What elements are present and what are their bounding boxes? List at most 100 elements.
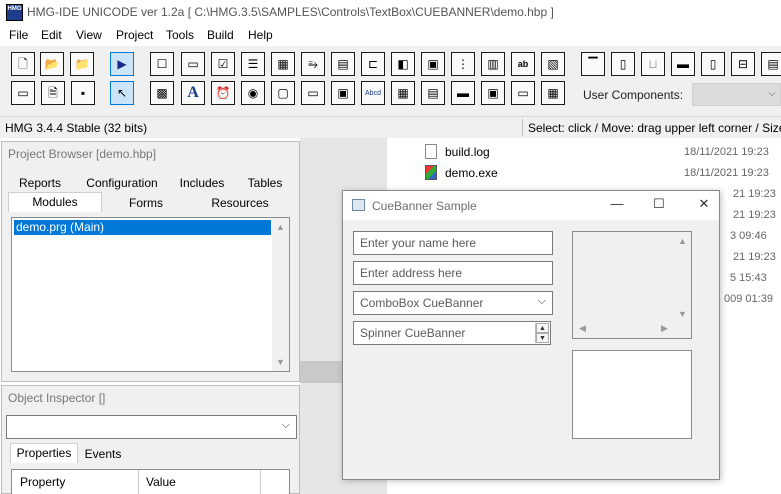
- menu-file[interactable]: File: [9, 28, 28, 42]
- grid-icon[interactable]: ▦: [271, 52, 295, 76]
- address-input[interactable]: Enter address here: [353, 261, 553, 285]
- spin-up-icon[interactable]: ▲: [536, 323, 549, 333]
- cuebanner-dialog: CueBanner Sample — ☐ ✕ Enter your name h…: [342, 190, 720, 480]
- ip-address-icon[interactable]: Abcd: [361, 81, 385, 105]
- scroll-up-icon[interactable]: ▲: [678, 236, 687, 246]
- exe-file-icon: [425, 165, 437, 180]
- player-icon[interactable]: ▣: [331, 81, 355, 105]
- pointer-icon[interactable]: ↖: [110, 81, 134, 105]
- multiple-icon[interactable]: ▩: [150, 81, 174, 105]
- scroll-up-icon[interactable]: ▲: [276, 222, 285, 232]
- status-hint: Select: click / Move: drag upper left co…: [528, 121, 781, 135]
- menu-edit[interactable]: Edit: [41, 28, 62, 42]
- toolbar-icon[interactable]: ▬: [671, 52, 695, 76]
- menu-icon[interactable]: ⊟: [731, 52, 755, 76]
- tab-configuration[interactable]: Configuration: [74, 174, 170, 194]
- file-date-partial: 21 19:23: [733, 188, 776, 200]
- properties-grid[interactable]: Property Value: [11, 469, 290, 494]
- file-date: 18/11/2021 19:23: [684, 146, 769, 158]
- object-selector-combo[interactable]: ⌵: [6, 415, 297, 439]
- textbox-icon[interactable]: ab: [511, 52, 535, 76]
- tree-icon[interactable]: ⋮: [451, 52, 475, 76]
- user-components-label: User Components:: [583, 88, 684, 102]
- table-icon[interactable]: ▤: [331, 52, 355, 76]
- scroll-down-icon[interactable]: ▼: [276, 357, 285, 367]
- close-button[interactable]: ✕: [692, 196, 716, 214]
- menu-tools[interactable]: Tools: [166, 28, 194, 42]
- radio-icon[interactable]: ◉: [241, 81, 265, 105]
- modules-list-scrollbar[interactable]: ▲ ▼: [272, 218, 289, 371]
- month-calendar-icon[interactable]: ▦: [391, 81, 415, 105]
- button-control-icon[interactable]: ▭: [181, 52, 205, 76]
- slider-icon[interactable]: ⥱: [301, 52, 325, 76]
- blank-control[interactable]: [572, 350, 692, 439]
- window-title: HMG-IDE UNICODE ver 1.2a [ C:\HMG.3.5\SA…: [27, 5, 554, 19]
- editbox-vscrollbar[interactable]: ▲ ▼: [674, 232, 691, 323]
- menu-help[interactable]: Help: [248, 28, 273, 42]
- chevron-down-icon: ⌵: [537, 295, 546, 307]
- editbox-hscrollbar[interactable]: ◀ ▶: [573, 322, 675, 338]
- tab-properties[interactable]: Properties: [10, 443, 78, 463]
- panel-icon[interactable]: ◧: [391, 52, 415, 76]
- editbox[interactable]: ▲ ▼ ◀ ▶: [572, 231, 692, 339]
- name-input[interactable]: Enter your name here: [353, 231, 553, 255]
- activex-icon[interactable]: ▣: [481, 81, 505, 105]
- open-project-icon[interactable]: 📁: [70, 52, 94, 76]
- hyperlink-icon[interactable]: ▭: [511, 81, 535, 105]
- list-icon[interactable]: ☰: [241, 52, 265, 76]
- tab-resources[interactable]: Resources: [190, 194, 290, 214]
- menu-build[interactable]: Build: [207, 28, 234, 42]
- frame-icon[interactable]: ☐: [150, 52, 174, 76]
- scroll-down-icon[interactable]: ▼: [678, 309, 687, 319]
- tab-modules[interactable]: Modules: [8, 192, 102, 212]
- cuebanner-combobox[interactable]: ComboBox CueBanner ⌵: [353, 291, 553, 315]
- spin-down-icon[interactable]: ▼: [536, 333, 549, 343]
- context-menu-icon[interactable]: ▤: [761, 52, 781, 76]
- animate-icon[interactable]: ▢: [271, 81, 295, 105]
- tab-reports[interactable]: Reports: [10, 174, 70, 194]
- user-components-combo[interactable]: ⌵: [692, 83, 781, 106]
- separator-icon[interactable]: ⊔: [641, 52, 665, 76]
- report-icon[interactable]: 🗎: [41, 81, 65, 105]
- browse-icon[interactable]: ▥: [481, 52, 505, 76]
- label-icon[interactable]: ⊏: [361, 52, 385, 76]
- column-header-property[interactable]: Property: [20, 475, 65, 489]
- rich-edit-icon[interactable]: ▤: [421, 81, 445, 105]
- image-icon[interactable]: ▣: [421, 52, 445, 76]
- modules-list[interactable]: demo.prg (Main) ▲ ▼: [11, 217, 290, 372]
- scroll-left-icon[interactable]: ◀: [579, 323, 586, 334]
- maximize-button[interactable]: ☐: [647, 196, 671, 214]
- menu-view[interactable]: View: [76, 28, 102, 42]
- new-file-icon[interactable]: 🗋: [11, 52, 35, 76]
- clock-icon[interactable]: ⏰: [211, 81, 235, 105]
- spreadsheet-icon[interactable]: ▦: [541, 81, 565, 105]
- scroll-right-icon[interactable]: ▶: [661, 323, 668, 334]
- file-date-partial: 3 09:46: [730, 230, 767, 242]
- window-icon[interactable]: ▭: [11, 81, 35, 105]
- minimize-button[interactable]: —: [605, 196, 629, 214]
- statusbar-icon[interactable]: ▯: [701, 52, 725, 76]
- tab-events[interactable]: Events: [80, 445, 126, 465]
- progress-icon[interactable]: ▬: [451, 81, 475, 105]
- object-inspector-panel: Object Inspector [] ⌵ Properties Events …: [1, 385, 300, 494]
- property-icon[interactable]: ▯: [611, 52, 635, 76]
- font-icon[interactable]: A: [181, 81, 205, 105]
- timer-icon[interactable]: ▔: [581, 52, 605, 76]
- file-name: demo.exe: [445, 166, 498, 180]
- menu-project[interactable]: Project: [116, 28, 153, 42]
- spinner-buttons[interactable]: ▲ ▼: [535, 323, 549, 343]
- tab-forms[interactable]: Forms: [106, 194, 186, 214]
- editbox-icon[interactable]: ▧: [541, 52, 565, 76]
- explorer-scroll-area: [300, 361, 345, 383]
- list-item-main-module[interactable]: demo.prg (Main): [14, 220, 271, 235]
- cuebanner-spinner[interactable]: Spinner CueBanner ▲ ▼: [353, 321, 551, 345]
- file-date-partial: 5 15:43: [730, 272, 767, 284]
- run-icon[interactable]: ▶: [110, 52, 134, 76]
- tab-includes[interactable]: Includes: [172, 174, 232, 194]
- tab-tables[interactable]: Tables: [236, 174, 294, 194]
- checkbox-icon[interactable]: ☑: [211, 52, 235, 76]
- open-folder-icon[interactable]: 📂: [40, 52, 64, 76]
- column-header-value[interactable]: Value: [146, 475, 176, 489]
- form-icon[interactable]: ▪: [71, 81, 95, 105]
- tab-icon[interactable]: ▭: [301, 81, 325, 105]
